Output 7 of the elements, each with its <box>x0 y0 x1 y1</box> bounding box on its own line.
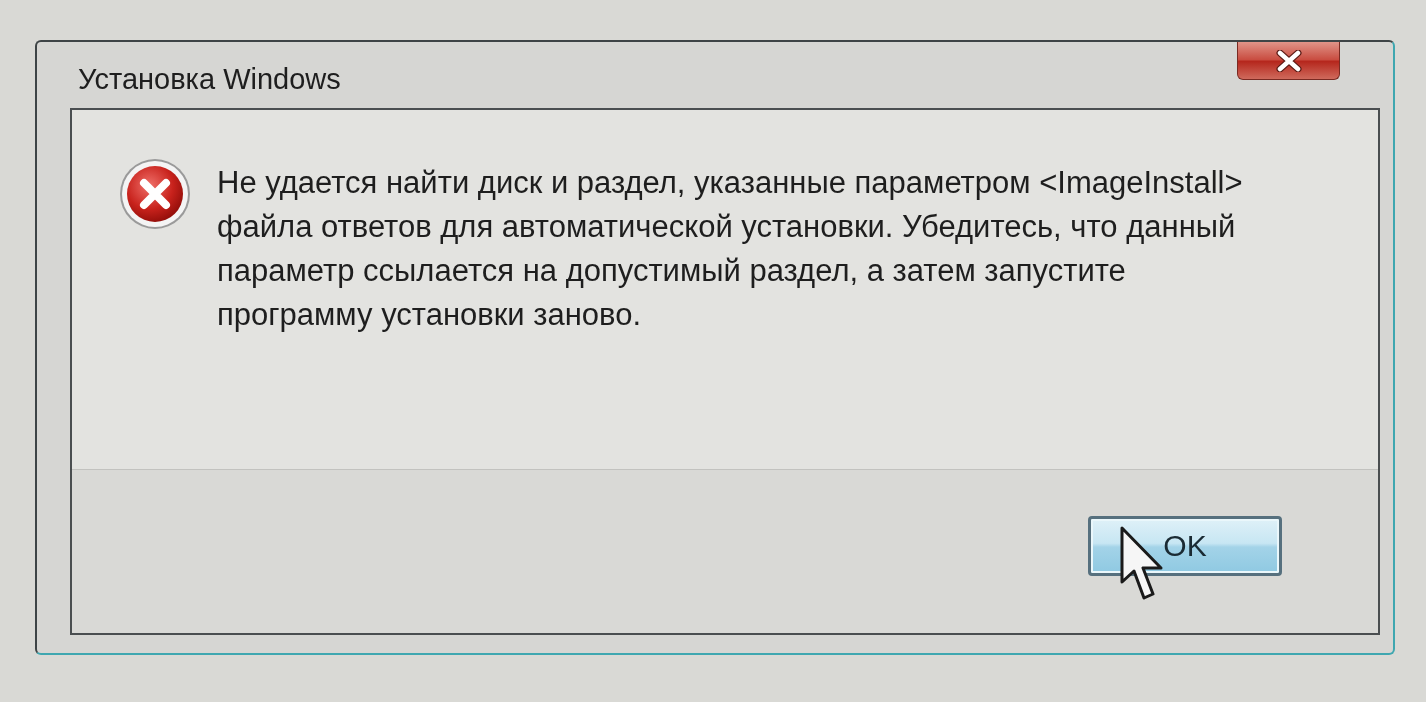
ok-button[interactable]: OK <box>1088 516 1282 576</box>
error-message: Не удается найти диск и раздел, указанные параметром <ImageInstall> файла ответов для автоматической установки. Убедитесь, что данный параметр ссылается на допустимый раздел, а затем запустите программу установки заново. <box>217 164 1243 334</box>
window-title: Установка Windows <box>78 62 341 96</box>
mouse-pointer-icon <box>1120 526 1164 602</box>
error-icon <box>118 157 192 231</box>
close-button[interactable] <box>1237 42 1340 80</box>
close-icon <box>1274 49 1303 72</box>
